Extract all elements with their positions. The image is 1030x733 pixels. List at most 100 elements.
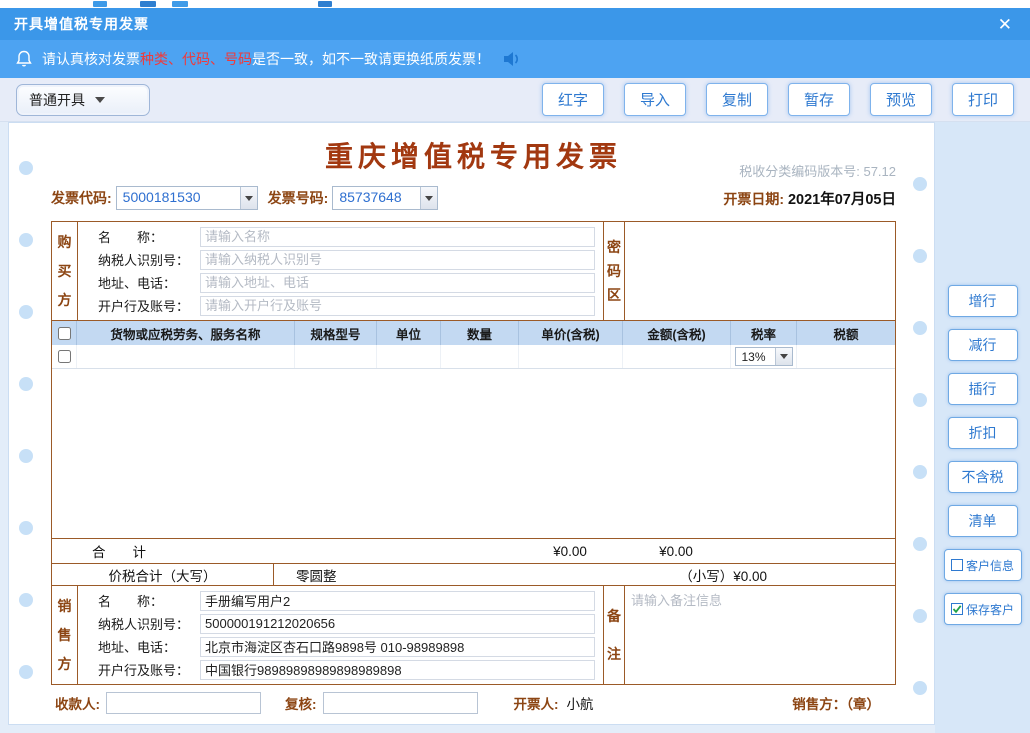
payee-input[interactable] xyxy=(106,692,261,714)
password-zone-area xyxy=(625,222,895,320)
seller-taxid-input[interactable] xyxy=(200,614,595,634)
total-unit-price: ¥0.00 xyxy=(518,544,622,559)
item-name-cell[interactable] xyxy=(76,345,294,368)
temp-save-button[interactable]: 暂存 xyxy=(788,83,850,116)
invoice-code-select[interactable]: 5000181530 xyxy=(116,186,258,210)
header-unit: 单位 xyxy=(376,321,440,345)
items-empty-area xyxy=(52,369,895,538)
remark-textarea[interactable] xyxy=(631,590,889,680)
row-checkbox-cell xyxy=(52,345,76,368)
buyer-side-label-text: 购买方 xyxy=(57,228,72,315)
tax-rate-select[interactable]: 13% xyxy=(735,347,793,366)
preview-button[interactable]: 预览 xyxy=(870,83,932,116)
main-area: 重庆增值税专用发票 税收分类编码版本号: 57.12 发票代码: 5000181… xyxy=(0,122,1030,733)
desktop-artifacts xyxy=(0,0,1030,8)
header-item-name: 货物或应税劳务、服务名称 xyxy=(76,321,294,345)
close-button[interactable]: ✕ xyxy=(994,14,1016,35)
chevron-down-icon[interactable] xyxy=(775,348,792,365)
drawer-value: 小航 xyxy=(567,693,594,713)
header-amount: 金额(含税) xyxy=(622,321,730,345)
buyer-address-input[interactable] xyxy=(200,273,595,293)
seller-stamp-label: 销售方：（章） xyxy=(792,693,880,713)
item-spec-cell[interactable] xyxy=(294,345,376,368)
discount-button[interactable]: 折扣 xyxy=(948,417,1018,449)
buyer-bank-input[interactable] xyxy=(200,296,595,316)
invoice-number-value: 85737648 xyxy=(333,187,420,209)
buyer-bank-row: 开户行及账号： xyxy=(98,294,595,317)
seller-taxid-row: 纳税人识别号： xyxy=(98,612,595,635)
copy-button[interactable]: 复制 xyxy=(706,83,768,116)
payee-label: 收款人: xyxy=(55,693,100,713)
item-amount-cell[interactable] xyxy=(622,345,730,368)
invoice-mode-select[interactable]: 普通开具 xyxy=(16,84,150,116)
seller-bank-input[interactable] xyxy=(200,660,595,680)
summary-amount-figures: （小写）¥0.00 xyxy=(679,565,767,585)
invoice-title: 重庆增值税专用发票 xyxy=(325,135,622,175)
seller-side-label-text: 销售方 xyxy=(57,592,72,679)
red-letter-button[interactable]: 红字 xyxy=(542,83,604,116)
insert-row-button[interactable]: 插行 xyxy=(948,373,1018,405)
notice-bar: 请认真核对发票种类、代码、号码是否一致，如不一致请更换纸质发票！ xyxy=(0,40,1030,78)
window-title: 开具增值税专用发票 xyxy=(14,14,149,34)
buyer-name-input[interactable] xyxy=(200,227,595,247)
reviewer-label: 复核: xyxy=(285,693,317,713)
item-unit-price-cell[interactable] xyxy=(518,345,622,368)
item-quantity-cell[interactable] xyxy=(440,345,518,368)
import-button[interactable]: 导入 xyxy=(624,83,686,116)
row-checkbox[interactable] xyxy=(58,350,71,363)
titlebar: 开具增值税专用发票 ✕ xyxy=(0,8,1030,40)
delete-row-button[interactable]: 减行 xyxy=(948,329,1018,361)
taskbar-artifact xyxy=(93,1,107,7)
header-tax-amount: 税额 xyxy=(796,321,895,345)
seller-address-row: 地址、电话： xyxy=(98,635,595,658)
notice-highlight: 种类、代码、号码 xyxy=(140,51,252,67)
invoice-area: 重庆增值税专用发票 税收分类编码版本号: 57.12 发票代码: 5000181… xyxy=(8,122,935,725)
header-checkbox-cell xyxy=(52,321,76,345)
invoice-code-value: 5000181530 xyxy=(117,187,240,209)
item-tax-rate-cell: 13% xyxy=(730,345,796,368)
summary-label: 价税合计（大写） xyxy=(52,564,274,585)
item-unit-cell[interactable] xyxy=(376,345,440,368)
customer-info-button[interactable]: 客户信息 xyxy=(944,549,1022,581)
chevron-down-icon[interactable] xyxy=(420,187,437,209)
remark-area xyxy=(625,586,895,684)
taskbar-artifact xyxy=(140,1,156,7)
items-table: 货物或应税劳务、服务名称 规格型号 单位 数量 单价(含税) 金额(含税) 税率… xyxy=(51,320,896,564)
remark-label-text: 备注 xyxy=(607,597,622,673)
buyer-side-label: 购买方 xyxy=(52,222,78,320)
chevron-down-icon[interactable] xyxy=(240,187,257,209)
seller-address-input[interactable] xyxy=(200,637,595,657)
drawer-label: 开票人: xyxy=(514,693,559,713)
invoice-number-label: 发票号码: xyxy=(268,188,329,208)
invoice-code-row: 发票代码: 5000181530 发票号码: 85737648 开票日期: 20… xyxy=(51,183,896,213)
header-spec: 规格型号 xyxy=(294,321,376,345)
seller-side-label: 销售方 xyxy=(52,586,78,684)
invoice-date-value: 2021年07月05日 xyxy=(788,192,896,208)
print-button[interactable]: 打印 xyxy=(952,83,1014,116)
add-row-button[interactable]: 增行 xyxy=(948,285,1018,317)
list-button[interactable]: 清单 xyxy=(948,505,1018,537)
buyer-name-row: 名 称： xyxy=(98,225,595,248)
invoice-number-select[interactable]: 85737648 xyxy=(332,186,438,210)
exclude-tax-button[interactable]: 不含税 xyxy=(948,461,1018,493)
select-all-checkbox[interactable] xyxy=(58,327,71,340)
password-zone-label: 密码区 xyxy=(603,222,625,320)
invoice-footer: 收款人: 复核: 开票人: 小航 销售方：（章） xyxy=(51,687,896,719)
save-customer-button[interactable]: 保存客户 xyxy=(944,593,1022,625)
summary-amount-words: 零圆整 xyxy=(274,565,337,585)
invoice-form: 重庆增值税专用发票 税收分类编码版本号: 57.12 发票代码: 5000181… xyxy=(9,123,934,719)
seller-taxid-label: 纳税人识别号： xyxy=(98,614,200,633)
buyer-taxid-input[interactable] xyxy=(200,250,595,270)
notice-text: 请认真核对发票种类、代码、号码是否一致，如不一致请更换纸质发票！ xyxy=(42,49,490,69)
item-row: 13% xyxy=(52,345,895,369)
header-quantity: 数量 xyxy=(440,321,518,345)
reviewer-input[interactable] xyxy=(323,692,478,714)
summary-row: 价税合计（大写） 零圆整 （小写）¥0.00 xyxy=(51,563,896,586)
side-action-panel: 增行 减行 插行 折扣 不含税 清单 客户信息 保存客户 xyxy=(935,122,1030,733)
invoice-code-label: 发票代码: xyxy=(51,188,112,208)
total-amount: ¥0.00 xyxy=(622,544,730,559)
seller-name-input[interactable] xyxy=(200,591,595,611)
item-tax-amount-cell[interactable] xyxy=(796,345,895,368)
speaker-icon[interactable] xyxy=(502,51,522,67)
header-unit-price: 单价(含税) xyxy=(518,321,622,345)
